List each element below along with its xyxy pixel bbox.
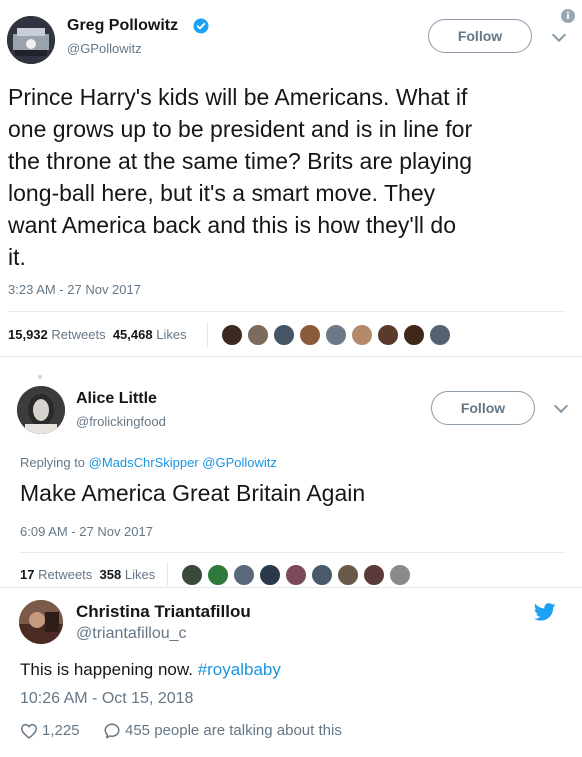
liker-avatar[interactable] bbox=[273, 324, 295, 346]
divider bbox=[0, 356, 582, 357]
tweet-text-line: the throne at the same time? Brits are p… bbox=[8, 148, 473, 174]
embed-text: This is happening now. bbox=[20, 660, 193, 679]
avatar-image bbox=[19, 600, 63, 644]
author-name[interactable]: Greg Pollowitz bbox=[67, 17, 178, 35]
retweet-count[interactable]: 17 bbox=[20, 567, 34, 582]
avatar-image bbox=[17, 386, 65, 434]
liker-avatar[interactable] bbox=[389, 564, 411, 586]
avatar-image bbox=[7, 16, 55, 64]
author-avatar[interactable] bbox=[7, 16, 55, 64]
retweet-label[interactable]: Retweets bbox=[51, 327, 105, 342]
embed-author-name[interactable]: Christina Triantafillou bbox=[76, 602, 251, 622]
chevron-down-icon[interactable] bbox=[553, 398, 569, 414]
like-count[interactable]: 358 bbox=[100, 567, 122, 582]
replying-to: Replying to @MadsChrSkipper @GPollowitz bbox=[20, 455, 277, 470]
author-handle[interactable]: @GPollowitz bbox=[67, 41, 142, 56]
liker-avatar[interactable] bbox=[403, 324, 425, 346]
tweet-text-line: one grows up to be president and is in l… bbox=[8, 116, 473, 142]
follow-button[interactable]: Follow bbox=[431, 391, 535, 425]
liker-avatar[interactable] bbox=[337, 564, 359, 586]
liker-avatar[interactable] bbox=[311, 564, 333, 586]
tweet-text-line: want America back and this is how they'l… bbox=[8, 212, 457, 238]
reply-text: Make America Great Britain Again bbox=[20, 480, 366, 506]
retweet-count[interactable]: 15,932 bbox=[8, 327, 48, 342]
reply-author-handle[interactable]: @frolickingfood bbox=[76, 414, 166, 429]
embed-author-avatar[interactable] bbox=[19, 600, 63, 644]
liker-avatar[interactable] bbox=[259, 564, 281, 586]
liker-avatar[interactable] bbox=[207, 564, 229, 586]
liker-avatar[interactable] bbox=[221, 324, 243, 346]
divider bbox=[20, 552, 566, 553]
embedded-tweet-card: Christina Triantafillou @triantafillou_c… bbox=[0, 587, 582, 757]
liker-avatar[interactable] bbox=[429, 324, 451, 346]
liker-avatar[interactable] bbox=[363, 564, 385, 586]
reply-author-name[interactable]: Alice Little bbox=[76, 390, 157, 408]
liker-avatar[interactable] bbox=[233, 564, 255, 586]
embed-tweet-text: This is happening now. #royalbaby bbox=[20, 660, 281, 680]
liker-avatar[interactable] bbox=[299, 324, 321, 346]
like-label[interactable]: Likes bbox=[125, 567, 155, 582]
tweet-card: Greg Pollowitz @GPollowitz i Follow Prin… bbox=[0, 0, 582, 587]
reply-stats: 17 Retweets 358 Likes bbox=[20, 567, 155, 582]
like-count[interactable]: 45,468 bbox=[113, 327, 153, 342]
tweet-timestamp[interactable]: 3:23 AM - 27 Nov 2017 bbox=[8, 282, 141, 297]
reply-bubble-icon[interactable] bbox=[103, 722, 121, 740]
replying-to-label: Replying to bbox=[20, 455, 86, 470]
liker-avatar[interactable] bbox=[351, 324, 373, 346]
embed-timestamp[interactable]: 10:26 AM - Oct 15, 2018 bbox=[20, 690, 193, 708]
embed-author-handle[interactable]: @triantafillou_c bbox=[76, 625, 187, 643]
liker-avatar[interactable] bbox=[377, 324, 399, 346]
liker-avatar[interactable] bbox=[325, 324, 347, 346]
liker-avatar[interactable] bbox=[285, 564, 307, 586]
info-icon[interactable]: i bbox=[561, 9, 575, 23]
liker-avatar[interactable] bbox=[247, 324, 269, 346]
verified-badge-icon bbox=[193, 18, 209, 34]
like-count[interactable]: 1,225 bbox=[42, 722, 80, 739]
tweet-stats: 15,932 Retweets 45,468 Likes bbox=[8, 327, 187, 342]
stats-divider bbox=[167, 562, 168, 586]
retweet-label[interactable]: Retweets bbox=[38, 567, 92, 582]
reply-timestamp[interactable]: 6:09 AM - 27 Nov 2017 bbox=[20, 524, 153, 539]
heart-icon[interactable] bbox=[20, 723, 38, 739]
follow-button[interactable]: Follow bbox=[428, 19, 532, 53]
reply-author-avatar[interactable] bbox=[17, 386, 65, 434]
dot-icon bbox=[38, 375, 42, 379]
liker-avatars bbox=[181, 564, 441, 586]
chevron-down-icon[interactable] bbox=[551, 27, 567, 43]
hashtag-link[interactable]: #royalbaby bbox=[198, 660, 281, 679]
liker-avatars bbox=[221, 324, 481, 348]
liker-avatar[interactable] bbox=[181, 564, 203, 586]
talking-about[interactable]: 455 people are talking about this bbox=[125, 722, 342, 739]
tweet-text-line: Prince Harry's kids will be Americans. W… bbox=[8, 84, 468, 110]
tweet-text-line: long-ball here, but it's a smart move. T… bbox=[8, 180, 436, 206]
stats-divider bbox=[207, 322, 208, 348]
tweet-text-line: it. bbox=[8, 244, 26, 270]
twitter-bird-icon[interactable] bbox=[533, 603, 556, 621]
tweet-text: Prince Harry's kids will be Americans. W… bbox=[8, 81, 578, 273]
replying-to-users[interactable]: @MadsChrSkipper @GPollowitz bbox=[89, 455, 277, 470]
like-label[interactable]: Likes bbox=[156, 327, 186, 342]
divider bbox=[8, 311, 566, 312]
